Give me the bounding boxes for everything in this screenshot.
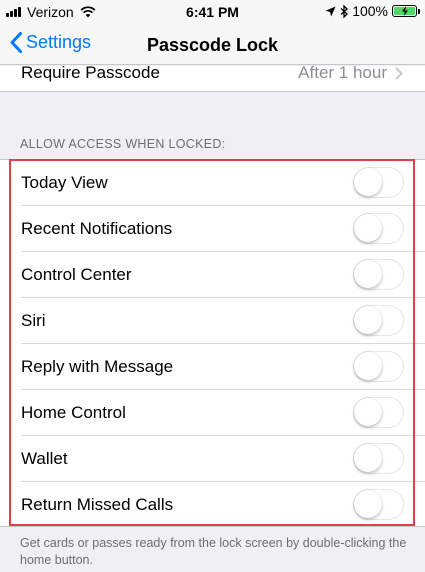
back-button-label: Settings [26,32,92,52]
siri-toggle[interactable] [353,305,404,336]
setting-row-reply-with-message: Reply with Message [0,344,425,390]
setting-label: Reply with Message [21,357,174,376]
home-control-toggle[interactable] [353,397,404,428]
status-bar: Verizon 6:41 PM 100% [0,0,425,24]
recent-notifications-toggle[interactable] [353,213,404,244]
today-view-toggle[interactable] [353,167,404,198]
setting-row-recent-notifications: Recent Notifications [0,206,425,252]
setting-row-home-control: Home Control [0,390,425,436]
setting-row-siri: Siri [0,298,425,344]
require-passcode-value: After 1 hour [298,66,403,83]
back-button[interactable]: Settings [10,32,91,53]
setting-label: Today View [21,173,108,192]
allow-access-list: Today View Recent Notifications Control … [0,159,425,527]
setting-row-wallet: Wallet [0,436,425,482]
location-arrow-icon [325,6,336,16]
require-passcode-label: Require Passcode [21,66,160,82]
battery-charging-icon [392,5,420,17]
chevron-left-icon [10,32,22,53]
reply-with-message-toggle[interactable] [353,351,404,382]
setting-label: Return Missed Calls [21,495,174,514]
status-right: 100% [321,3,420,19]
require-passcode-value-text: After 1 hour [298,66,387,82]
setting-label: Home Control [21,403,126,422]
setting-row-control-center: Control Center [0,252,425,298]
bluetooth-icon [340,4,349,18]
wallet-toggle[interactable] [353,443,404,474]
section-header: ALLOW ACCESS WHEN LOCKED: [20,137,226,151]
require-passcode-row[interactable]: Require Passcode After 1 hour [0,66,425,92]
chevron-right-icon [395,67,403,79]
setting-label: Control Center [21,265,132,284]
control-center-toggle[interactable] [353,259,404,290]
section-footer: Get cards or passes ready from the lock … [20,536,407,567]
setting-row-today-view: Today View [0,160,425,206]
setting-label: Siri [21,311,46,330]
setting-label: Wallet [21,449,68,468]
battery-percent: 100% [352,3,388,19]
setting-row-return-missed-calls: Return Missed Calls [0,482,425,528]
navigation-bar: Settings Passcode Lock [0,24,425,65]
setting-label: Recent Notifications [21,219,173,238]
return-missed-calls-toggle[interactable] [353,489,404,520]
